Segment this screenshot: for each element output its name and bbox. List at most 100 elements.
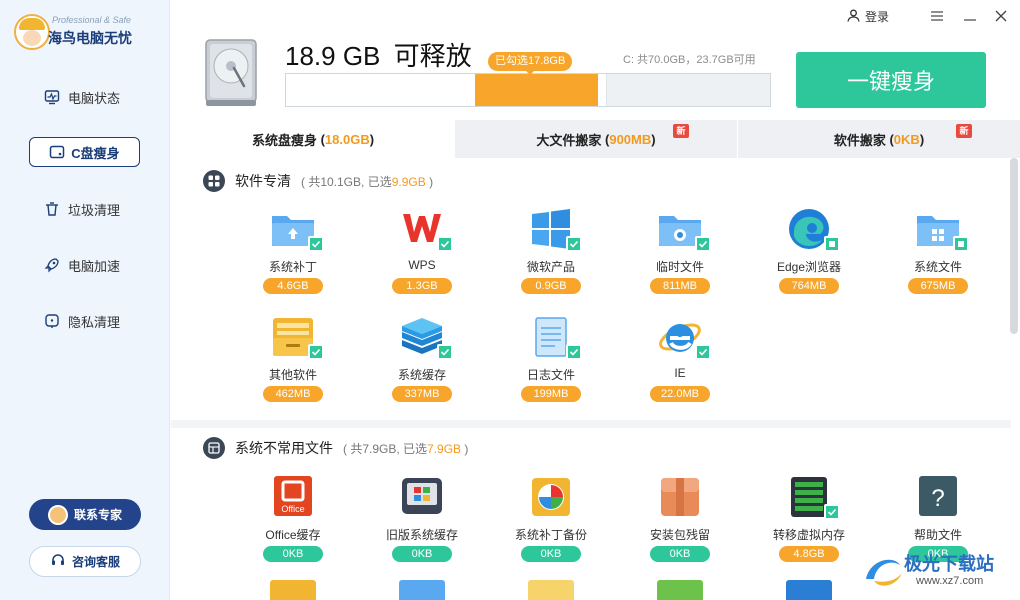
disk-capacity: C: 共70.0GB，23.7GB可用: [623, 54, 756, 66]
sidebar-item-label: 垃圾清理: [68, 202, 121, 218]
item-system-patch[interactable]: 系统补丁 4.6GB: [241, 206, 341, 306]
item-wps[interactable]: WPS 1.3GB: [370, 206, 470, 306]
item-size-badge: 1.3GB: [392, 278, 452, 294]
tab-system-disk-slim[interactable]: 系统盘瘦身 (18.0GB): [171, 120, 454, 158]
sidebar-item-speed-up[interactable]: 电脑加速: [44, 254, 120, 276]
item-ie[interactable]: IE 22.0MB: [628, 314, 728, 414]
item-log-files[interactable]: 日志文件 199MB: [499, 314, 599, 414]
item-office-cache[interactable]: Office Office缓存 0KB: [241, 474, 341, 574]
item-label: WPS: [408, 258, 436, 272]
item-patch-backup[interactable]: 系统补丁备份 0KB: [499, 474, 599, 574]
help-icon: ?: [915, 474, 961, 520]
menu-icon[interactable]: [927, 6, 947, 26]
item-label: 系统补丁备份: [514, 528, 587, 542]
item-checkbox[interactable]: [695, 236, 711, 252]
section-divider: [171, 420, 1011, 428]
item-size-badge: 675MB: [908, 278, 968, 294]
item-size-badge: 811MB: [650, 278, 710, 294]
item-checkbox[interactable]: [566, 236, 582, 252]
sidebar-item-privacy-clean[interactable]: 隐私清理: [44, 310, 120, 332]
item-checkbox[interactable]: [308, 344, 324, 360]
item-size-badge: 0KB: [650, 546, 710, 562]
file-grid-icon: [203, 437, 225, 459]
header: 18.9 GB 可释放 C: 共70.0GB，23.7GB可用 已勾选17.8G…: [171, 0, 1020, 120]
section-meta-total: ( 共10.1GB, 已选: [301, 174, 392, 189]
watermark-url: www.xz7.com: [916, 575, 984, 587]
watermark: 极光下载站 www.xz7.com: [860, 545, 1020, 600]
item-size-badge: 0.9GB: [521, 278, 581, 294]
item-checkbox[interactable]: [824, 504, 840, 520]
tab-large-file-move[interactable]: 大文件搬家 (900MB) 新: [454, 120, 737, 158]
item-temp-files[interactable]: 临时文件 811MB: [628, 206, 728, 306]
folder-icon: [270, 580, 316, 600]
item-old-system-cache[interactable]: 旧版系统缓存 0KB: [370, 474, 470, 574]
item-checkbox[interactable]: [824, 236, 840, 252]
minimize-icon[interactable]: [960, 6, 980, 26]
item-transfer-virtual-memory[interactable]: 转移虚拟内存 4.8GB: [757, 474, 857, 574]
green-app-icon: [657, 580, 703, 600]
section-meta-selected: 7.9GB: [427, 441, 462, 456]
tab-software-move[interactable]: 软件搬家 (0KB) 新: [737, 120, 1020, 158]
app-logo: Professional & Safe 海鸟电脑无忧: [12, 10, 162, 54]
sidebar-item-status[interactable]: 电脑状态: [44, 86, 120, 108]
item-edge-browser[interactable]: Edge浏览器 764MB: [757, 206, 857, 306]
item-size-badge: 4.6GB: [263, 278, 323, 294]
new-badge: 新: [673, 124, 689, 138]
item-label: 系统补丁: [268, 260, 317, 274]
one-click-slim-button[interactable]: 一键瘦身: [796, 52, 986, 108]
apps-grid-icon: [203, 170, 225, 192]
item-system-cache[interactable]: 系统缓存 337MB: [370, 314, 470, 414]
folder-icon: [399, 580, 445, 600]
headset-icon: [50, 552, 66, 571]
customer-service-button[interactable]: 咨询客服: [29, 546, 141, 577]
item-size-badge: 22.0MB: [650, 386, 710, 402]
item-label: Edge浏览器: [776, 260, 842, 274]
section-meta-suffix: ): [461, 441, 469, 456]
item-label: 微软产品: [526, 260, 575, 274]
item-checkbox[interactable]: [566, 344, 582, 360]
item-checkbox[interactable]: [308, 236, 324, 252]
tab-label: 系统盘瘦身: [251, 132, 317, 148]
item-label: Office缓存: [265, 528, 321, 542]
watermark-text: 极光下载站: [904, 554, 994, 574]
close-icon[interactable]: [991, 6, 1011, 26]
scrollbar-thumb[interactable]: [1010, 158, 1018, 334]
item-checkbox[interactable]: [695, 344, 711, 360]
item-package-residue[interactable]: 安装包残留 0KB: [628, 474, 728, 574]
item-microsoft-products[interactable]: 微软产品 0.9GB: [499, 206, 599, 306]
item-label: 转移虚拟内存: [772, 528, 845, 542]
item-checkbox[interactable]: [437, 236, 453, 252]
login-button[interactable]: 登录: [847, 8, 889, 25]
contact-expert-label: 联系专家: [73, 508, 122, 522]
document-icon: [528, 580, 574, 600]
logo-avatar-icon: [14, 14, 50, 50]
item-size-badge: 0KB: [521, 546, 581, 562]
hard-drive-icon: [204, 38, 258, 108]
item-checkbox[interactable]: [953, 236, 969, 252]
sidebar-item-junk-clean[interactable]: 垃圾清理: [44, 198, 120, 220]
selected-tag: 已勾选17.8GB: [488, 52, 573, 75]
office-icon: Office: [270, 474, 316, 520]
item-other-software[interactable]: 其他软件 462MB: [241, 314, 341, 414]
item-label: IE: [674, 366, 686, 380]
contact-expert-button[interactable]: 联系专家: [29, 499, 141, 530]
svg-text:Office: Office: [281, 504, 304, 514]
new-badge: 新: [956, 124, 972, 138]
item-label: 安装包残留: [649, 528, 710, 542]
item-size-badge: 764MB: [779, 278, 839, 294]
item-size-badge: 337MB: [392, 386, 452, 402]
item-checkbox[interactable]: [437, 344, 453, 360]
section-header-uncommon-files: 系统不常用文件 ( 共7.9GB, 已选7.9GB ): [203, 436, 468, 460]
shield-icon: [786, 580, 832, 600]
tab-value: 900MB: [609, 131, 652, 147]
item-size-badge: 199MB: [521, 386, 581, 402]
sidebar-item-c-drive-slim[interactable]: C盘瘦身: [29, 137, 140, 167]
tab-label: 软件搬家: [833, 132, 886, 148]
section-meta-suffix: ): [425, 174, 434, 189]
tab-value: 18.0GB: [324, 131, 370, 147]
login-label: 登录: [865, 10, 890, 24]
trash-icon: [44, 201, 60, 217]
expert-avatar: [47, 504, 68, 525]
item-label: 日志文件: [526, 368, 575, 382]
item-system-files[interactable]: 系统文件 675MB: [886, 206, 986, 306]
